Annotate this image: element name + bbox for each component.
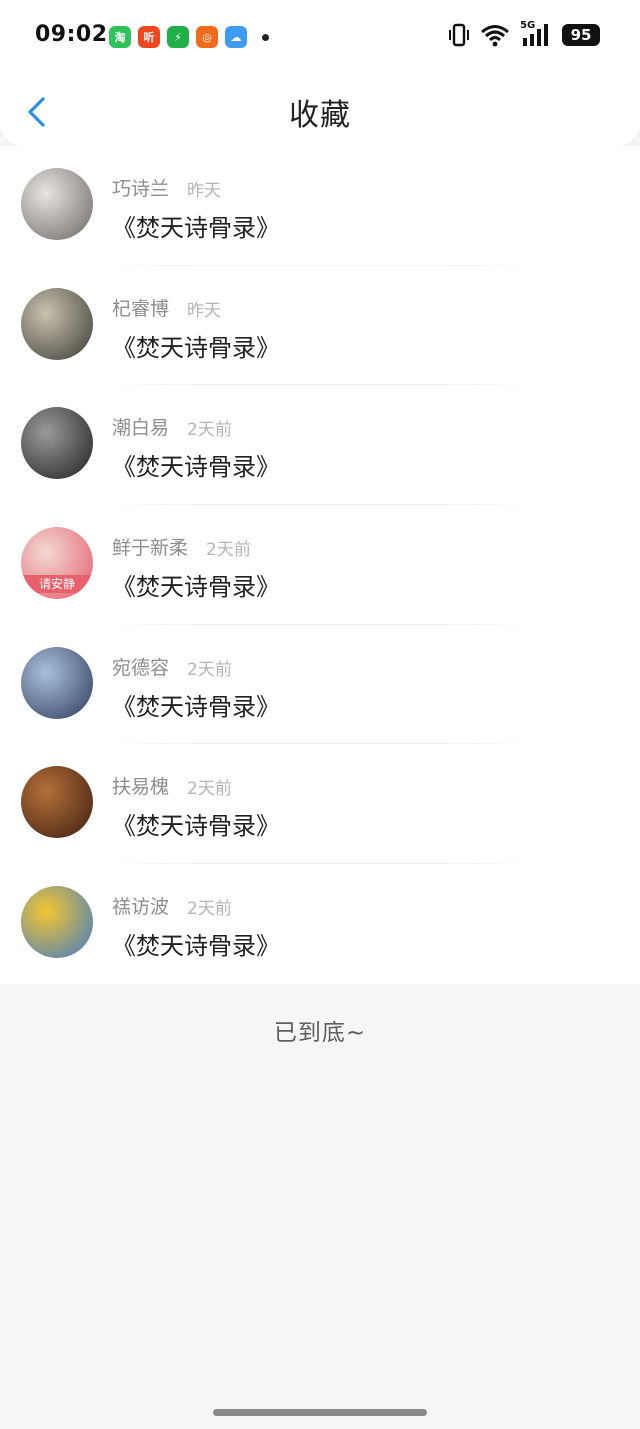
user-avatar[interactable]: [21, 886, 93, 959]
notification-icons: 淘听 ⚡ ◎ ☁: [109, 26, 269, 48]
favorite-item[interactable]: 杞睿博 昨天《焚天诗骨录》: [0, 266, 640, 386]
favorite-item[interactable]: 请安静 鲜于新柔 2天前《焚天诗骨录》: [0, 505, 640, 625]
shield-app-icon: ⚡: [167, 26, 189, 48]
book-title[interactable]: 《焚天诗骨录》: [112, 806, 280, 841]
status-bar: 09:02 淘听 ⚡ ◎ ☁ 5G 95: [0, 0, 640, 72]
user-name: 宛德容: [112, 656, 170, 679]
weather-app-icon: ☁: [225, 26, 247, 48]
favorited-time: 2天前: [187, 420, 232, 441]
favorite-item[interactable]: 扶易槐 2天前《焚天诗骨录》: [0, 744, 640, 865]
user-name: 鲜于新柔: [112, 537, 189, 560]
taobao-icon: 淘: [109, 26, 131, 48]
favorited-time: 2天前: [206, 540, 251, 561]
status-time: 09:02: [35, 22, 108, 47]
favorited-time: 2天前: [187, 659, 232, 680]
book-title[interactable]: 《焚天诗骨录》: [112, 447, 280, 482]
user-avatar[interactable]: [21, 407, 93, 480]
more-notifications-dot: [262, 33, 269, 41]
video-app-icon: ◎: [196, 26, 218, 48]
signal-icon: [523, 24, 548, 46]
book-title[interactable]: 《焚天诗骨录》: [112, 208, 280, 243]
book-title[interactable]: 《焚天诗骨录》: [112, 567, 280, 602]
favorite-item[interactable]: 巧诗兰 昨天《焚天诗骨录》: [0, 146, 640, 266]
user-name: 扶易槐: [112, 776, 170, 799]
header: 09:02 淘听 ⚡ ◎ ☁ 5G 95 收藏: [0, 0, 640, 146]
wifi-icon: [481, 25, 509, 47]
favorites-list: 巧诗兰 昨天 《焚天诗骨录》 杞睿博 昨天 《焚天诗骨录》 潮白易 2天前 《焚天诗骨录》 请安静…: [0, 146, 640, 984]
user-name: 巧诗兰: [112, 178, 170, 200]
favorite-item[interactable]: 宛德容 2天前《焚天诗骨录》: [0, 625, 640, 745]
favorites-page: 09:02 淘听 ⚡ ◎ ☁ 5G 95 收藏 巧诗兰 昨天 《焚天诗骨录》 杞…: [0, 0, 640, 1429]
favorited-time: 昨天: [187, 300, 221, 321]
vibrate-icon: [449, 23, 469, 47]
user-name: 禚访波: [112, 896, 170, 919]
favorite-item[interactable]: 禚访波 2天前《焚天诗骨录》: [0, 864, 640, 984]
favorited-time: 2天前: [187, 899, 232, 920]
battery-indicator: 95: [562, 24, 600, 46]
user-name: 潮白易: [112, 417, 170, 440]
user-avatar[interactable]: [21, 168, 93, 240]
avatar-caption: 请安静: [21, 575, 93, 594]
system-icons: 5G 95: [448, 20, 600, 48]
user-avatar[interactable]: 请安静: [21, 527, 93, 600]
cellular-signal: 5G: [520, 20, 552, 48]
home-indicator[interactable]: [213, 1409, 427, 1416]
user-avatar[interactable]: [21, 646, 93, 719]
book-title[interactable]: 《焚天诗骨录》: [112, 328, 280, 363]
page-title: 收藏: [289, 98, 351, 133]
user-avatar[interactable]: [21, 287, 93, 360]
book-title[interactable]: 《焚天诗骨录》: [112, 687, 280, 722]
user-name: 杞睿博: [112, 297, 170, 320]
end-of-list-text: 已到底~: [273, 1020, 367, 1046]
nav-bar: 收藏: [0, 72, 640, 146]
favorited-time: 2天前: [187, 779, 232, 800]
favorite-item[interactable]: 潮白易 2天前《焚天诗骨录》: [0, 385, 640, 506]
listen-app-icon: 听: [138, 26, 160, 48]
favorited-time: 昨天: [187, 181, 221, 201]
user-avatar[interactable]: [21, 766, 93, 839]
book-title[interactable]: 《焚天诗骨录》: [112, 926, 280, 961]
